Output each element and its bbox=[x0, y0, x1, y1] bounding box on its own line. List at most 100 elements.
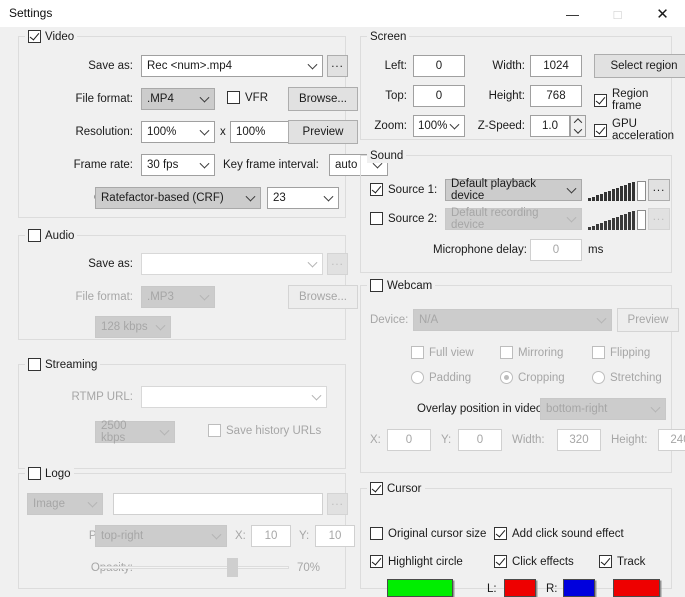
screen-left-input[interactable]: 0 bbox=[413, 55, 465, 77]
audio-group-legend[interactable]: Audio bbox=[25, 228, 78, 243]
cursor-highlight-color-swatch[interactable] bbox=[387, 579, 453, 597]
webcam-cropping-row[interactable]: Cropping bbox=[500, 371, 565, 384]
screen-zspeed-spinner[interactable] bbox=[570, 115, 586, 137]
video-vfr-checkbox[interactable] bbox=[227, 91, 240, 104]
audio-browse-button[interactable]: Browse... bbox=[288, 285, 358, 309]
screen-height-input[interactable]: 768 bbox=[530, 85, 582, 107]
video-group-legend[interactable]: Video bbox=[25, 29, 78, 44]
screen-region-frame-checkbox[interactable] bbox=[594, 93, 607, 107]
screen-top-input[interactable]: 0 bbox=[413, 85, 465, 107]
video-browse-button[interactable]: Browse... bbox=[288, 87, 358, 111]
logo-opacity-slider[interactable] bbox=[99, 557, 289, 577]
sound-source1-row[interactable]: Source 1: bbox=[370, 183, 437, 196]
sound-mic-delay-input[interactable]: 0 bbox=[530, 239, 582, 261]
video-enable-checkbox[interactable] bbox=[28, 30, 41, 43]
audio-enable-checkbox[interactable] bbox=[28, 229, 41, 242]
logo-source-combo[interactable]: Image bbox=[27, 493, 103, 515]
streaming-enable-checkbox[interactable] bbox=[28, 358, 41, 371]
cursor-left-click-color-swatch[interactable] bbox=[504, 579, 536, 597]
screen-select-region-button[interactable]: Select region bbox=[594, 54, 685, 78]
streaming-save-history-row[interactable]: Save history URLs bbox=[208, 424, 321, 437]
logo-group-legend[interactable]: Logo bbox=[25, 466, 74, 481]
audio-file-format-combo[interactable]: .MP3 bbox=[141, 286, 215, 308]
maximize-button[interactable]: □ bbox=[595, 0, 640, 28]
webcam-full-view-row[interactable]: Full view bbox=[411, 346, 474, 359]
webcam-stretching-row[interactable]: Stretching bbox=[592, 371, 662, 384]
webcam-group-legend[interactable]: Webcam bbox=[367, 278, 436, 293]
cursor-track-checkbox[interactable] bbox=[599, 555, 612, 568]
sound-source2-volume-thumb[interactable] bbox=[637, 210, 646, 230]
video-resolution-width-combo[interactable]: 100% bbox=[141, 121, 215, 143]
video-vfr-checkbox-row[interactable]: VFR bbox=[227, 91, 268, 104]
cursor-original-size-checkbox[interactable] bbox=[370, 527, 383, 540]
cursor-click-effects-row[interactable]: Click effects bbox=[494, 555, 574, 568]
audio-bitrate-combo[interactable]: 128 kbps bbox=[95, 316, 171, 338]
video-preview-button[interactable]: Preview bbox=[288, 120, 358, 144]
webcam-enable-checkbox[interactable] bbox=[370, 279, 383, 292]
streaming-save-history-checkbox[interactable] bbox=[208, 424, 221, 437]
logo-y-input[interactable]: 10 bbox=[315, 525, 355, 547]
logo-path-browse-button[interactable]: ... bbox=[327, 493, 348, 515]
screen-gpu-row[interactable]: GPU acceleration bbox=[594, 118, 674, 142]
webcam-full-view-checkbox[interactable] bbox=[411, 346, 424, 359]
sound-source1-browse-button[interactable]: ... bbox=[648, 179, 670, 201]
webcam-overlay-combo[interactable]: bottom-right bbox=[540, 398, 666, 420]
webcam-y-input[interactable]: 0 bbox=[458, 429, 502, 451]
webcam-padding-row[interactable]: Padding bbox=[411, 371, 471, 384]
cursor-group-legend[interactable]: Cursor bbox=[367, 481, 425, 496]
streaming-rtmp-combo[interactable] bbox=[141, 386, 327, 408]
webcam-preview-button[interactable]: Preview bbox=[617, 308, 679, 332]
webcam-device-combo[interactable]: N/A bbox=[413, 309, 612, 331]
cursor-track-row[interactable]: Track bbox=[599, 555, 645, 568]
cursor-original-size-row[interactable]: Original cursor size bbox=[370, 527, 486, 540]
sound-source1-checkbox[interactable] bbox=[370, 183, 383, 196]
cursor-enable-checkbox[interactable] bbox=[370, 482, 383, 495]
screen-zoom-combo[interactable]: 100% bbox=[413, 115, 465, 137]
audio-save-as-browse-button[interactable]: ... bbox=[327, 253, 348, 275]
sound-source1-volume-slider[interactable] bbox=[588, 179, 646, 201]
screen-width-input[interactable]: 1024 bbox=[530, 55, 582, 77]
cursor-click-sound-checkbox[interactable] bbox=[494, 527, 507, 540]
close-button[interactable]: ✕ bbox=[640, 0, 685, 28]
webcam-flipping-row[interactable]: Flipping bbox=[592, 346, 650, 359]
sound-source2-checkbox[interactable] bbox=[370, 212, 383, 225]
minimize-button[interactable]: — bbox=[550, 0, 595, 28]
webcam-mirroring-checkbox[interactable] bbox=[500, 346, 513, 359]
webcam-x-input[interactable]: 0 bbox=[387, 429, 431, 451]
cursor-click-effects-checkbox[interactable] bbox=[494, 555, 507, 568]
sound-source2-volume-slider[interactable] bbox=[588, 208, 646, 230]
sound-source1-volume-thumb[interactable] bbox=[637, 181, 646, 201]
webcam-flipping-checkbox[interactable] bbox=[592, 346, 605, 359]
cursor-click-sound-row[interactable]: Add click sound effect bbox=[494, 527, 624, 540]
sound-source1-combo[interactable]: Default playback device bbox=[445, 178, 582, 202]
cursor-highlight-checkbox[interactable] bbox=[370, 555, 383, 568]
sound-source2-browse-button[interactable]: ... bbox=[648, 208, 670, 230]
video-frame-rate-combo[interactable]: 30 fps bbox=[141, 154, 215, 176]
video-quality-crf-combo[interactable]: 23 bbox=[267, 187, 339, 209]
video-save-as-browse-button[interactable]: ... bbox=[327, 55, 348, 77]
sound-source2-combo[interactable]: Default recording device bbox=[445, 207, 582, 231]
sound-source2-row[interactable]: Source 2: bbox=[370, 212, 437, 225]
logo-enable-checkbox[interactable] bbox=[28, 467, 41, 480]
webcam-mirroring-row[interactable]: Mirroring bbox=[500, 346, 563, 359]
screen-region-frame-row[interactable]: Region frame bbox=[594, 88, 671, 112]
logo-path-input[interactable] bbox=[113, 493, 323, 515]
screen-gpu-checkbox[interactable] bbox=[594, 123, 607, 137]
webcam-width-input[interactable]: 320 bbox=[557, 429, 601, 451]
video-file-format-combo[interactable]: .MP4 bbox=[141, 88, 215, 110]
audio-save-as-combo[interactable] bbox=[141, 253, 323, 275]
spinner-down-icon[interactable] bbox=[571, 126, 585, 136]
webcam-padding-radio[interactable] bbox=[411, 371, 424, 384]
cursor-track-color-swatch[interactable] bbox=[613, 579, 660, 597]
video-save-as-combo[interactable]: Rec <num>.mp4 bbox=[141, 55, 323, 77]
webcam-height-input[interactable]: 240 bbox=[658, 429, 685, 451]
cursor-highlight-row[interactable]: Highlight circle bbox=[370, 555, 463, 568]
cursor-right-click-color-swatch[interactable] bbox=[563, 579, 595, 597]
logo-x-input[interactable]: 10 bbox=[251, 525, 291, 547]
screen-zspeed-input[interactable]: 1.0 bbox=[530, 115, 570, 137]
video-quality-combo[interactable]: Ratefactor-based (CRF) bbox=[95, 187, 261, 209]
streaming-group-legend[interactable]: Streaming bbox=[25, 357, 101, 372]
webcam-stretching-radio[interactable] bbox=[592, 371, 605, 384]
webcam-cropping-radio[interactable] bbox=[500, 371, 513, 384]
logo-position-combo[interactable]: top-right bbox=[95, 525, 227, 547]
